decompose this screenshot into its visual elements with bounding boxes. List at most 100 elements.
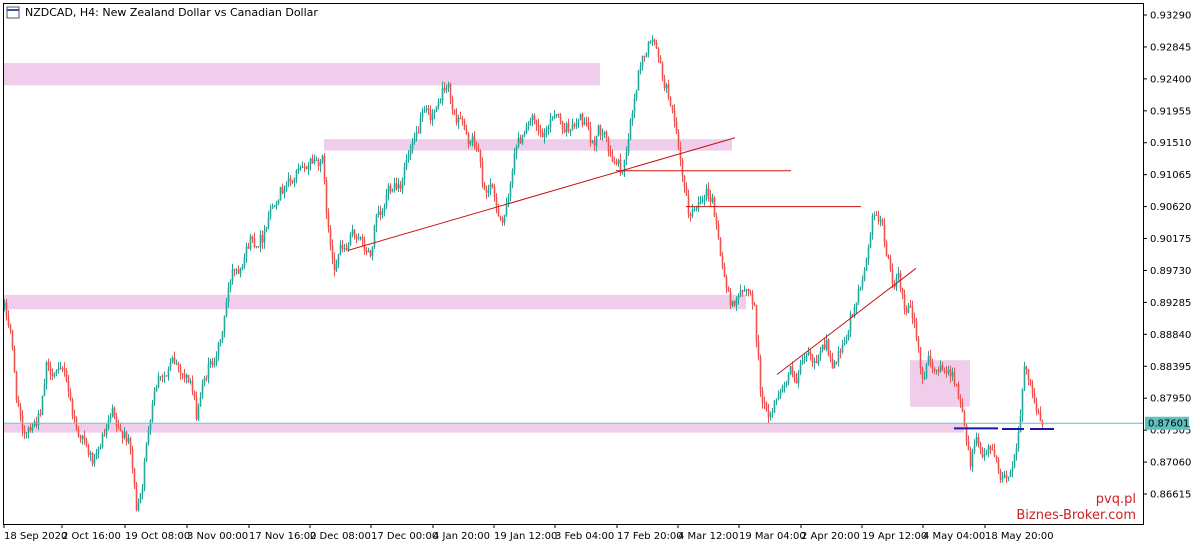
candle-body (967, 441, 970, 451)
candle-body (905, 309, 908, 313)
candle-body (647, 41, 650, 53)
candle-body (1011, 467, 1014, 472)
candle-body (969, 450, 972, 467)
candle-body (797, 373, 800, 384)
candle-body (347, 244, 350, 251)
candle-body (655, 42, 658, 49)
candle-body (811, 354, 814, 363)
candle-body (773, 400, 776, 413)
candle-body (849, 314, 852, 333)
candle-body (639, 66, 642, 71)
candle-body (349, 234, 352, 245)
candle-body (857, 289, 860, 303)
y-tick-label-5: 0.91065 (1150, 170, 1191, 181)
candle-body (735, 298, 738, 306)
candle-body (315, 159, 318, 161)
candle-body (585, 122, 588, 124)
candle-body (945, 372, 948, 374)
candle-body (589, 127, 592, 143)
candle-body (159, 376, 162, 378)
y-tick-label-9: 0.89285 (1150, 298, 1191, 309)
candle-body (373, 225, 376, 247)
candle-body (501, 218, 504, 223)
candle-body (25, 432, 28, 434)
candle-body (353, 229, 356, 236)
candle-body (695, 208, 698, 210)
candle-body (479, 151, 482, 163)
candle-body (531, 115, 534, 121)
candle-body (997, 459, 1000, 471)
candle-body (33, 421, 36, 427)
zone-1 (324, 139, 732, 151)
candle-body (837, 351, 840, 363)
candle-body (549, 119, 552, 128)
candle-body (305, 167, 308, 170)
candle-body (293, 177, 296, 183)
candle-body (731, 300, 734, 306)
candle-body (809, 351, 812, 355)
x-tick-label-1: 2 Oct 16:00 (62, 531, 121, 542)
candle-body (1029, 379, 1032, 386)
candle-body (67, 380, 70, 392)
y-tick-label-2: 0.92400 (1150, 74, 1191, 85)
candle-body (7, 316, 10, 326)
y-tick-label-8: 0.89730 (1150, 266, 1191, 277)
candle-body (985, 453, 988, 455)
candle-body (267, 217, 270, 228)
candle-body (847, 332, 850, 341)
candle-body (225, 302, 228, 317)
candle-body (725, 277, 728, 288)
candle-body (321, 155, 324, 163)
candle-body (715, 216, 718, 225)
candle-body (1031, 385, 1034, 394)
candle-body (433, 111, 436, 114)
candle-body (503, 214, 506, 223)
candle-body (431, 113, 434, 120)
candle-body (181, 373, 184, 375)
candle-body (81, 436, 84, 439)
candle-body (1009, 471, 1012, 477)
candle-body (691, 209, 694, 217)
candle-body (177, 363, 180, 367)
y-tick-label-3: 0.91955 (1150, 106, 1191, 117)
candle-body (469, 140, 472, 145)
candle-body (821, 344, 824, 351)
candle-body (49, 365, 52, 375)
chart-container[interactable]: 0.93290 0.92845 0.92400 0.91955 0.91510 0.910… (0, 0, 1200, 546)
candle-body (645, 52, 648, 57)
candle-body (165, 375, 168, 377)
price-chart[interactable]: 0.93290 0.92845 0.92400 0.91955 0.91510 0.910… (0, 0, 1200, 546)
candle-body (685, 187, 688, 196)
candle-body (201, 383, 204, 398)
candle-body (991, 449, 994, 451)
candle-body (43, 384, 46, 396)
candle-body (87, 446, 90, 455)
candle-body (93, 459, 96, 464)
candle-body (9, 325, 12, 331)
candle-body (385, 194, 388, 207)
candle-body (343, 248, 346, 250)
candle-body (935, 370, 938, 372)
candle-body (61, 368, 64, 370)
candle-body (289, 178, 292, 181)
candle-body (557, 114, 560, 116)
candle-body (867, 247, 870, 260)
candle-body (147, 430, 150, 445)
candle-body (545, 129, 548, 133)
candle-body (769, 413, 772, 418)
candle-body (191, 381, 194, 392)
candle-body (39, 413, 42, 415)
candle-body (65, 370, 68, 381)
candle-body (825, 339, 828, 350)
candle-body (859, 287, 862, 290)
candle-body (681, 159, 684, 177)
candle-body (677, 132, 680, 148)
candle-body (19, 406, 22, 416)
candle-body (961, 402, 964, 413)
candle-body (667, 84, 670, 98)
candle-body (1001, 477, 1004, 480)
candle-body (1015, 447, 1018, 455)
candle-body (63, 368, 66, 371)
candle-body (193, 391, 196, 398)
candle-body (265, 227, 268, 231)
